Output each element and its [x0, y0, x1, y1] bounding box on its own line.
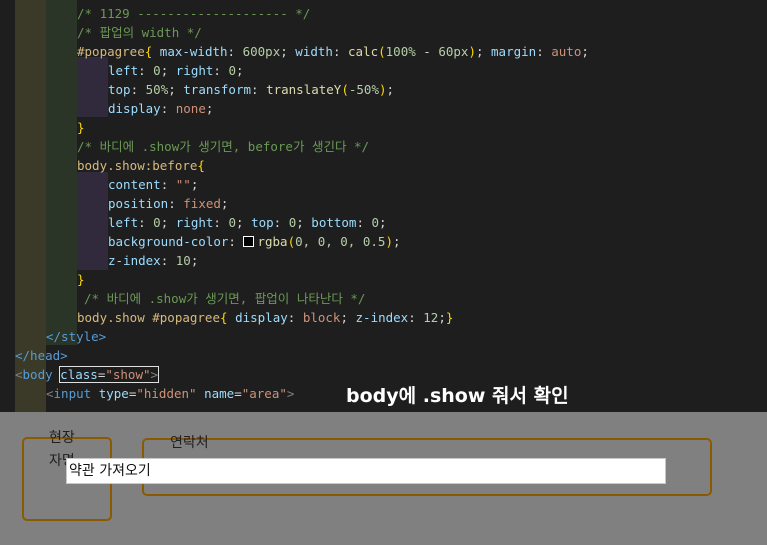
css-function: calc: [348, 44, 379, 59]
css-property: top: [251, 215, 274, 230]
code-line: /* 팝업의 width */: [77, 23, 202, 42]
code-line: /* 1129 -------------------- */: [77, 4, 310, 23]
css-property: margin: [491, 44, 537, 59]
html-attribute-value: "hidden": [136, 386, 197, 401]
css-value: 600px: [242, 44, 281, 59]
css-function: translateY: [266, 82, 342, 97]
css-value: -50%: [348, 82, 379, 97]
code-line: display: none;: [108, 101, 214, 116]
color-swatch-icon[interactable]: [243, 236, 255, 247]
brace: {: [197, 158, 205, 173]
brace: {: [220, 310, 228, 325]
modal-dim-overlay[interactable]: 현장 자명 연락처 약관 가져오기: [0, 412, 767, 545]
css-value: "": [175, 177, 191, 192]
css-property: transform: [183, 82, 252, 97]
css-property: left: [108, 63, 139, 78]
css-value: 100%: [385, 44, 416, 59]
css-value: fixed: [183, 196, 221, 211]
css-selector: body.show #popagree: [77, 310, 220, 325]
brace: }: [77, 272, 85, 287]
code-line: <input type="hidden" name="area">: [46, 386, 295, 401]
form-label-site: 현장: [49, 430, 75, 446]
html-tag: </style>: [46, 329, 107, 344]
code-line: content: "";: [108, 177, 199, 192]
html-tag: input: [53, 386, 92, 401]
code-comment: /* 바디에 .show가 생기면, before가 생긴다 */: [77, 139, 370, 154]
highlighted-attribute[interactable]: class="show">: [59, 366, 160, 383]
code-line: </style>: [46, 327, 106, 346]
css-selector: #popagree: [77, 44, 145, 59]
indent-guide-3b: [77, 172, 108, 270]
brace: {: [144, 44, 153, 59]
css-value: 0: [371, 215, 380, 230]
css-value: auto: [551, 44, 582, 59]
css-property: bottom: [311, 215, 357, 230]
css-value: 10: [175, 253, 191, 268]
annotation-caption: body에 .show 줘서 확인: [346, 385, 569, 407]
indent-guide-3: [77, 57, 108, 117]
terms-load-field[interactable]: 약관 가져오기: [66, 458, 666, 484]
html-tag: </head>: [15, 348, 68, 363]
css-property: left: [108, 215, 139, 230]
css-function: rgba: [257, 234, 288, 249]
css-selector: body.show:before: [77, 158, 198, 173]
code-line: /* 바디에 .show가 생기면, 팝업이 나타난다 */: [84, 289, 365, 308]
css-property: right: [175, 215, 214, 230]
css-property: position: [108, 196, 169, 211]
code-comment: /* 팝업의 width */: [77, 25, 202, 40]
css-property: content: [108, 177, 161, 192]
code-line: left: 0; right: 0; top: 0; bottom: 0;: [108, 215, 387, 230]
code-line: #popagree{ max-width: 600px; width: calc…: [77, 44, 589, 59]
code-line: top: 50%; transform: translateY(-50%);: [108, 82, 395, 97]
css-value: 60px: [438, 44, 469, 59]
code-line: position: fixed;: [108, 196, 229, 211]
code-line: }: [77, 118, 85, 137]
code-line: z-index: 10;: [108, 253, 199, 268]
brace: }: [77, 120, 85, 135]
html-attribute: type: [98, 386, 129, 401]
form-label-contact: 연락처: [170, 435, 209, 451]
css-property: display: [108, 101, 161, 116]
css-property: width: [295, 44, 333, 59]
html-attribute-value: "show": [105, 367, 151, 382]
css-property: z-index: [108, 253, 161, 268]
css-value: 0, 0, 0, 0.5: [295, 234, 386, 249]
css-value: 50%: [145, 82, 169, 97]
html-attribute-value: "area": [241, 386, 287, 401]
css-property: z-index: [355, 310, 409, 325]
css-value: 0: [228, 215, 236, 230]
css-value: none: [175, 101, 206, 116]
html-tag: body: [22, 367, 53, 382]
code-editor[interactable]: /* 1129 -------------------- */ /* 팝업의 w…: [0, 0, 767, 412]
css-property: top: [108, 82, 131, 97]
indent-guide-2: [46, 0, 77, 345]
brace: }: [445, 310, 454, 325]
css-property: max-width: [159, 44, 228, 59]
code-line: background-color: rgba(0, 0, 0, 0.5);: [108, 234, 401, 249]
css-value: 0: [153, 215, 161, 230]
css-value: 0: [153, 63, 161, 78]
code-comment: /* 1129 -------------------- */: [77, 6, 311, 21]
code-line: </head>: [15, 346, 68, 365]
code-line: left: 0; right: 0;: [108, 63, 244, 78]
css-property: right: [175, 63, 214, 78]
css-value: 12: [423, 310, 439, 325]
code-line: }: [77, 270, 85, 289]
html-attribute: class: [60, 367, 98, 382]
css-property: display: [235, 310, 288, 325]
css-value: 0: [228, 63, 236, 78]
code-line: body.show:before{: [77, 156, 205, 175]
code-line: <body class="show">: [15, 366, 160, 383]
html-attribute: name: [204, 386, 235, 401]
code-comment: /* 바디에 .show가 생기면, 팝업이 나타난다 */: [84, 291, 366, 306]
code-line: /* 바디에 .show가 생기면, before가 생긴다 */: [77, 137, 369, 156]
css-value: block: [302, 310, 341, 325]
code-line: body.show #popagree{ display: block; z-i…: [77, 310, 454, 325]
css-property: background-color: [108, 234, 229, 249]
